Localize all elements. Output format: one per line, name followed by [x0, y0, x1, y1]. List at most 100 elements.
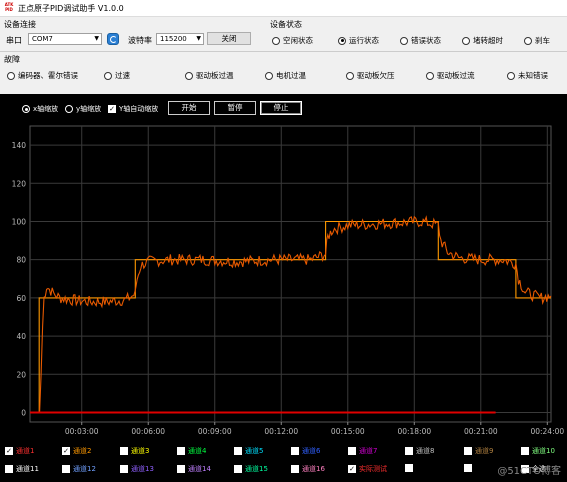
checkbox-icon: [291, 465, 299, 473]
checkbox-icon: ✓: [348, 465, 356, 473]
port-value: COM7: [32, 35, 53, 43]
fault-radio-1[interactable]: 过速: [104, 70, 130, 81]
fault-radio-label: 驱动板欠压: [357, 71, 395, 80]
channel-checkbox-row2-1[interactable]: 通道12: [62, 464, 96, 474]
x-tick-label: 00:06:00: [131, 427, 165, 436]
y-tick-label: 40: [16, 332, 26, 341]
y-tick-label: 60: [16, 294, 26, 303]
fault-radio-6[interactable]: 未知错误: [507, 70, 548, 81]
divider: [0, 51, 567, 52]
baud-value: 115200: [160, 35, 187, 43]
checkbox-icon: [234, 447, 242, 455]
checkbox-icon: [177, 465, 185, 473]
channel-checkbox-row2-7[interactable]: [405, 464, 416, 472]
channel-checkbox-row1-0[interactable]: ✓ 通道1: [5, 446, 34, 456]
window-title: 正点原子PID调试助手 V1.0.0: [18, 4, 124, 13]
radio-dot: [265, 71, 273, 80]
x-tick-label: 00:03:00: [65, 427, 99, 436]
y-tick-label: 140: [12, 141, 27, 150]
chevron-down-icon: ▼: [196, 35, 201, 42]
channel-checkbox-row1-1[interactable]: ✓ 通道2: [62, 446, 91, 456]
channel-checkbox-row1-2[interactable]: 通道3: [120, 446, 149, 456]
channel-checkbox-row1-5[interactable]: 通道6: [291, 446, 320, 456]
checkbox-icon: [5, 465, 13, 473]
channel-checkbox-row1-9[interactable]: 通道10: [521, 446, 555, 456]
fault-radio-label: 驱动板过流: [437, 71, 475, 80]
checkbox-icon: [464, 447, 472, 455]
status-radio-label: 错误状态: [411, 36, 441, 45]
channel-label: 通道13: [131, 465, 154, 473]
x-tick-label: 00:12:00: [264, 427, 298, 436]
fault-radio-label: 编码器、霍尔错误: [18, 71, 78, 80]
channel-checkbox-row1-7[interactable]: 通道8: [405, 446, 434, 456]
channel-checkbox-row2-6[interactable]: ✓ 实际测试: [348, 464, 387, 474]
fault-radio-4[interactable]: 驱动板欠压: [346, 70, 395, 81]
channel-label: 通道15: [245, 465, 268, 473]
status-radio-2[interactable]: 错误状态: [400, 35, 441, 46]
channel-checkbox-row2-8[interactable]: [464, 464, 475, 472]
refresh-icon[interactable]: [107, 33, 119, 45]
status-radio-4[interactable]: 刹车: [524, 35, 550, 46]
channel-checkbox-row2-3[interactable]: 通道14: [177, 464, 211, 474]
channel-label: 通道5: [245, 447, 264, 455]
channel-label: 通道6: [302, 447, 321, 455]
device-status-group-title: 设备状态: [270, 20, 302, 29]
close-port-button[interactable]: 关闭: [207, 32, 251, 45]
radio-dot: [272, 36, 280, 45]
checkbox-icon: [464, 464, 472, 472]
chevron-down-icon: ▼: [94, 35, 99, 42]
channel-label: 通道12: [73, 465, 96, 473]
x-tick-label: 00:21:00: [464, 427, 498, 436]
checkbox-icon: [405, 464, 413, 472]
port-select[interactable]: COM7 ▼: [28, 33, 102, 45]
status-radio-label: 刹车: [535, 36, 550, 45]
x-tick-label: 00:15:00: [331, 427, 365, 436]
x-tick-label: 00:09:00: [198, 427, 232, 436]
channel-selector: ✓ 通道1 ✓ 通道2 通道3 通道4 通道5 通道6 通道7 通道8 通道9 通道10 通道11 通道…: [0, 440, 567, 482]
radio-dot: [507, 71, 515, 80]
channel-label: 通道4: [188, 447, 207, 455]
fault-radio-5[interactable]: 驱动板过流: [426, 70, 475, 81]
radio-dot: [462, 36, 470, 45]
app-logo-icon: ATK PID: [4, 2, 14, 12]
fault-radio-0[interactable]: 编码器、霍尔错误: [7, 70, 78, 81]
channel-label: 通道10: [532, 447, 555, 455]
connection-group-title: 设备连接: [4, 20, 36, 29]
channel-checkbox-row1-3[interactable]: 通道4: [177, 446, 206, 456]
fault-radio-3[interactable]: 电机过温: [265, 70, 306, 81]
channel-checkbox-row2-5[interactable]: 通道16: [291, 464, 325, 474]
checkbox-icon: ✓: [62, 447, 70, 455]
y-tick-label: 0: [21, 408, 26, 417]
channel-label: 通道11: [16, 465, 39, 473]
channel-label: 通道14: [188, 465, 211, 473]
plot-frame: [29, 125, 552, 423]
channel-label: 通道8: [416, 447, 435, 455]
checkbox-icon: ✓: [5, 447, 13, 455]
channel-checkbox-row2-4[interactable]: 通道15: [234, 464, 268, 474]
status-radio-label: 运行状态: [349, 36, 379, 45]
channel-checkbox-row1-8[interactable]: 通道9: [464, 446, 493, 456]
checkbox-icon: [521, 447, 529, 455]
channel-label: 通道1: [16, 447, 35, 455]
fault-radio-2[interactable]: 驱动板过温: [185, 70, 234, 81]
y-tick-label: 20: [16, 370, 26, 379]
status-radio-1[interactable]: 运行状态: [338, 35, 379, 46]
checkbox-icon: [234, 465, 242, 473]
channel-checkbox-row2-0[interactable]: 通道11: [5, 464, 39, 474]
channel-checkbox-row1-6[interactable]: 通道7: [348, 446, 377, 456]
status-radio-3[interactable]: 堵转超时: [462, 35, 503, 46]
y-tick-label: 80: [16, 256, 26, 265]
channel-checkbox-row2-2[interactable]: 通道13: [120, 464, 154, 474]
status-radio-0[interactable]: 空闲状态: [272, 35, 313, 46]
radio-dot: [104, 71, 112, 80]
baud-select[interactable]: 115200 ▼: [156, 33, 204, 45]
pid-chart[interactable]: 0 20 40 60 80 100 120 140 00:03:00 00:06:00 00:09:…: [0, 94, 567, 440]
channel-label: 通道2: [73, 447, 92, 455]
baud-label: 波特率: [128, 36, 152, 45]
checkbox-icon: [62, 465, 70, 473]
x-tick-label: 00:18:00: [397, 427, 431, 436]
checkbox-icon: [177, 447, 185, 455]
channel-checkbox-row1-4[interactable]: 通道5: [234, 446, 263, 456]
checkbox-icon: [291, 447, 299, 455]
control-panel: 设备连接 串口 COM7 ▼ 波特率 115200 ▼ 关闭 设备状态 空闲状态…: [0, 17, 567, 94]
